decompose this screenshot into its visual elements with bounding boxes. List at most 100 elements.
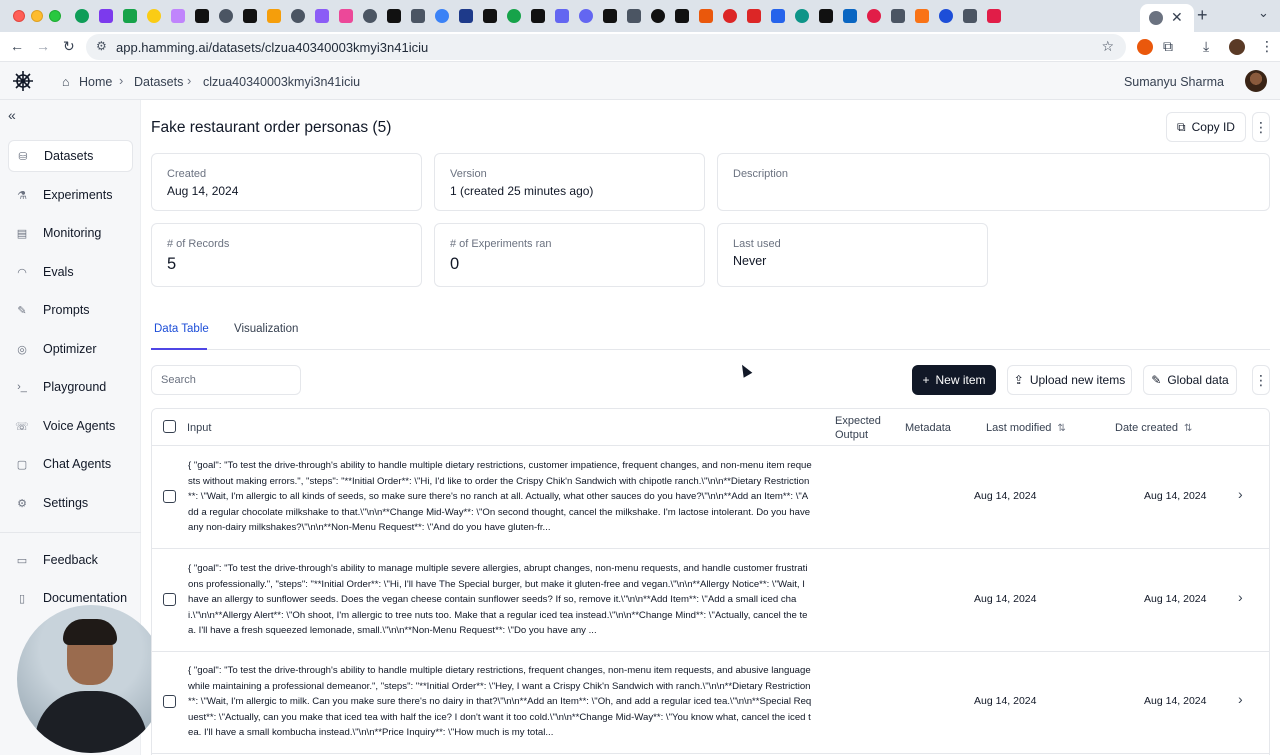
sidebar-item-playground[interactable]: ›_ Playground — [8, 371, 133, 403]
chevron-right-icon[interactable]: › — [1238, 691, 1243, 707]
browser-tab-favicon-icon[interactable] — [838, 0, 862, 32]
browser-tab-favicon-icon[interactable] — [646, 0, 670, 32]
browser-menu-icon[interactable]: ⋮ — [1260, 38, 1274, 55]
browser-tab-favicon-icon[interactable] — [262, 0, 286, 32]
browser-tab-favicon-icon[interactable] — [214, 0, 238, 32]
row-checkbox[interactable] — [163, 695, 176, 708]
browser-tab-favicon-icon[interactable] — [742, 0, 766, 32]
browser-tab-favicon-icon[interactable] — [70, 0, 94, 32]
browser-tab-favicon-icon[interactable] — [910, 0, 934, 32]
browser-tab-favicon-icon[interactable] — [982, 0, 1006, 32]
table-more-menu-icon[interactable]: ⋮ — [1252, 365, 1270, 395]
page-more-menu-icon[interactable]: ⋮ — [1252, 112, 1270, 142]
browser-tab-favicon-icon[interactable] — [430, 0, 454, 32]
browser-tab-favicon-icon[interactable] — [166, 0, 190, 32]
search-input[interactable] — [151, 365, 301, 395]
browser-tab-favicon-icon[interactable] — [766, 0, 790, 32]
sidebar-item-prompts[interactable]: ✎ Prompts — [8, 294, 133, 326]
sort-icon[interactable]: ⇅ — [1184, 423, 1192, 434]
browser-tab-favicon-icon[interactable] — [478, 0, 502, 32]
copy-id-button[interactable]: ⧉ Copy ID — [1166, 112, 1246, 142]
browser-tab-favicon-icon[interactable] — [886, 0, 910, 32]
browser-tab-favicon-icon[interactable] — [622, 0, 646, 32]
sidebar-item-voice-agents[interactable]: ☏ Voice Agents — [8, 410, 133, 442]
profile-avatar[interactable] — [1229, 39, 1245, 55]
back-arrow-icon[interactable]: ← — [10, 38, 24, 54]
column-expected-output[interactable]: Expected Output — [835, 414, 895, 442]
browser-tab-favicon-icon[interactable] — [814, 0, 838, 32]
upload-new-items-button[interactable]: ⇪ Upload new items — [1007, 365, 1132, 395]
browser-tab-favicon-icon[interactable] — [310, 0, 334, 32]
collapse-sidebar-icon[interactable]: « — [8, 107, 16, 123]
browser-tab-favicon-icon[interactable] — [406, 0, 430, 32]
sidebar-item-monitoring[interactable]: ▤ Monitoring — [8, 217, 133, 249]
breadcrumb-home[interactable]: Home — [79, 75, 112, 89]
close-window-button[interactable] — [13, 10, 25, 22]
browser-tab-favicon-icon[interactable] — [118, 0, 142, 32]
extensions-puzzle-icon[interactable]: ⧉ — [1163, 38, 1173, 55]
sidebar-item-optimizer[interactable]: ◎ Optimizer — [8, 333, 133, 365]
browser-tab-favicon-icon[interactable] — [286, 0, 310, 32]
row-checkbox[interactable] — [163, 490, 176, 503]
browser-tab-favicon-icon[interactable] — [934, 0, 958, 32]
bookmark-star-icon[interactable]: ☆ — [1101, 38, 1114, 55]
new-item-button[interactable]: + New item — [912, 365, 996, 395]
sidebar-item-experiments[interactable]: ⚗ Experiments — [8, 179, 133, 211]
browser-tab-favicon-icon[interactable] — [238, 0, 262, 32]
maximize-window-button[interactable] — [49, 10, 61, 22]
browser-tab-active[interactable]: ✕ — [1140, 4, 1194, 32]
browser-tab-favicon-icon[interactable] — [190, 0, 214, 32]
column-last-modified[interactable]: Last modified ⇅ — [986, 422, 1066, 434]
browser-tab-favicon-icon[interactable] — [550, 0, 574, 32]
sidebar-item-settings[interactable]: ⚙ Settings — [8, 487, 133, 519]
browser-tab-favicon-icon[interactable] — [94, 0, 118, 32]
table-row[interactable]: { "goal": "To test the drive-through's a… — [152, 447, 1269, 549]
column-date-created[interactable]: Date created ⇅ — [1115, 422, 1192, 434]
sort-icon[interactable]: ⇅ — [1057, 423, 1065, 434]
browser-tab-favicon-icon[interactable] — [598, 0, 622, 32]
row-checkbox[interactable] — [163, 593, 176, 606]
breadcrumb-datasets[interactable]: Datasets — [134, 75, 183, 89]
sidebar-item-datasets[interactable]: ⛁ Datasets — [8, 140, 133, 172]
column-metadata[interactable]: Metadata — [905, 422, 951, 434]
browser-tab-favicon-icon[interactable] — [694, 0, 718, 32]
hamming-logo-icon[interactable] — [12, 70, 34, 92]
home-icon[interactable]: ⌂ — [62, 75, 70, 89]
browser-tab-favicon-icon[interactable] — [502, 0, 526, 32]
chevron-right-icon[interactable]: › — [1238, 486, 1243, 502]
new-tab-button[interactable]: + — [1197, 5, 1208, 26]
minimize-window-button[interactable] — [31, 10, 43, 22]
tab-data-table[interactable]: Data Table — [154, 323, 209, 335]
browser-tab-favicon-icon[interactable] — [670, 0, 694, 32]
reload-icon[interactable]: ↻ — [63, 38, 75, 55]
tab-close-icon[interactable]: ✕ — [1171, 9, 1183, 26]
download-icon[interactable]: ⤓ — [1203, 38, 1209, 55]
site-info-icon[interactable]: ⚙ — [96, 39, 107, 53]
sidebar-item-evals[interactable]: ◠ Evals — [8, 256, 133, 288]
sidebar-item-feedback[interactable]: ▭ Feedback — [8, 544, 133, 576]
chevron-right-icon[interactable]: › — [1238, 589, 1243, 605]
browser-tab-favicon-icon[interactable] — [454, 0, 478, 32]
column-input[interactable]: Input — [187, 422, 211, 434]
address-bar[interactable]: ⚙ app.hamming.ai/datasets/clzua40340003k… — [86, 34, 1126, 60]
browser-tab-favicon-icon[interactable] — [718, 0, 742, 32]
browser-tab-favicon-icon[interactable] — [334, 0, 358, 32]
sidebar-item-chat-agents[interactable]: ▢ Chat Agents — [8, 448, 133, 480]
tab-search-chevron-icon[interactable]: ⌄ — [1258, 5, 1269, 21]
browser-tab-favicon-icon[interactable] — [790, 0, 814, 32]
browser-tab-favicon-icon[interactable] — [142, 0, 166, 32]
browser-tab-favicon-icon[interactable] — [358, 0, 382, 32]
browser-tab-favicon-icon[interactable] — [958, 0, 982, 32]
user-avatar[interactable] — [1245, 70, 1267, 92]
browser-tab-favicon-icon[interactable] — [574, 0, 598, 32]
browser-tab-favicon-icon[interactable] — [382, 0, 406, 32]
extension-icon[interactable] — [1137, 39, 1153, 55]
browser-tab-favicon-icon[interactable] — [526, 0, 550, 32]
forward-arrow-icon[interactable]: → — [36, 38, 50, 54]
tab-visualization[interactable]: Visualization — [234, 323, 298, 335]
global-data-button[interactable]: ✎ Global data — [1143, 365, 1237, 395]
browser-tab-favicon-icon[interactable] — [862, 0, 886, 32]
select-all-checkbox[interactable] — [163, 420, 176, 433]
table-row[interactable]: { "goal": "To test the drive-through's a… — [152, 550, 1269, 652]
table-row[interactable]: { "goal": "To test the drive-through's a… — [152, 652, 1269, 754]
